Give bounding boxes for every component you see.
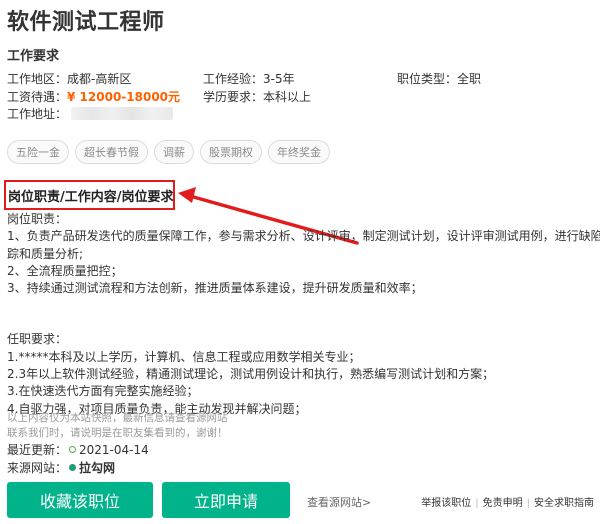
footer-links: 举报该职位 | 免责申明 | 安全求职指南	[421, 498, 594, 509]
location-info: 工作地区：成都-高新区	[7, 72, 132, 86]
benefit-tag: 调薪	[154, 140, 194, 164]
requirement-line: 1.*****本科及以上学历，计算机、信息工程或应用数学相关专业；	[7, 349, 361, 364]
favorite-job-button[interactable]: 收藏该职位	[7, 482, 153, 518]
report-job-link[interactable]: 举报该职位	[421, 498, 471, 509]
benefit-tag: 股票期权	[200, 140, 262, 164]
salary-info: 工资待遇：¥ 12000-18000元	[7, 88, 180, 105]
requirement-line: 2.3年以上软件测试经验，精通测试理论，测试用例设计和执行，熟悉编写测试计划和方…	[7, 367, 495, 382]
requirement-line: 3.在快速迭代方面有完整实施经验；	[7, 384, 199, 399]
source-site: 来源网站： 拉勾网	[7, 459, 115, 476]
benefit-tag: 五险一金	[7, 140, 69, 164]
address-label: 工作地址：	[7, 107, 68, 121]
benefit-tag: 年终奖金	[268, 140, 330, 164]
view-source-link[interactable]: 查看源网站>	[307, 494, 371, 510]
updated-label: 最近更新：	[7, 443, 68, 457]
job-description: 岗位职责： 1、负责产品研发迭代的质量保障工作，参与需求分析、设计评审，制定测试…	[7, 211, 600, 418]
clock-icon	[69, 446, 77, 453]
job-type-info: 职位类型：全职	[397, 72, 482, 86]
experience-info: 工作经验：3-5年	[203, 72, 295, 86]
education-info: 学历要求：本科以上	[203, 90, 312, 104]
salary-value: ¥ 12000-18000元	[67, 90, 181, 104]
benefit-tags: 五险一金 超长春节假 调薪 股票期权 年终奖金	[7, 140, 330, 164]
lagou-logo-icon	[69, 464, 77, 471]
requirements-heading: 工作要求	[7, 49, 60, 64]
updated-value: 2021-04-14	[79, 443, 149, 457]
disclaimer-link[interactable]: 免责申明	[483, 498, 523, 509]
description-line: 3、持续通过测试流程和方法创新，推进质量体系建设，提升研发质量和效率；	[7, 281, 423, 296]
benefit-tag: 超长春节假	[75, 140, 148, 164]
salary-label: 工资待遇：	[7, 90, 68, 104]
address-redacted	[71, 107, 174, 120]
description-line: 1、负责产品研发迭代的质量保障工作，参与需求分析、设计评审，制定测试计划，设计评…	[7, 229, 600, 244]
job-title: 软件测试工程师	[7, 10, 165, 35]
requirement-line: 任职要求：	[7, 332, 68, 347]
contact-note: 联系我们时，请说明是在职友集看到的，谢谢！	[7, 427, 228, 439]
safety-guide-link[interactable]: 安全求职指南	[534, 498, 594, 509]
description-line: 2、全流程质量把控；	[7, 263, 123, 278]
snapshot-note: 以上内容仅为本站快照，最新信息请查看源网站	[7, 412, 228, 424]
source-label: 来源网站：	[7, 461, 68, 475]
source-name[interactable]: 拉勾网	[79, 461, 115, 475]
duties-heading: 岗位职责/工作内容/岗位要求	[8, 190, 174, 205]
description-line: 踪和质量分析;	[7, 246, 84, 261]
address-info: 工作地址：	[7, 105, 174, 122]
last-updated: 最近更新： 2021-04-14	[7, 441, 149, 458]
description-line: 岗位职责：	[7, 212, 68, 226]
apply-now-button[interactable]: 立即申请	[162, 482, 290, 518]
